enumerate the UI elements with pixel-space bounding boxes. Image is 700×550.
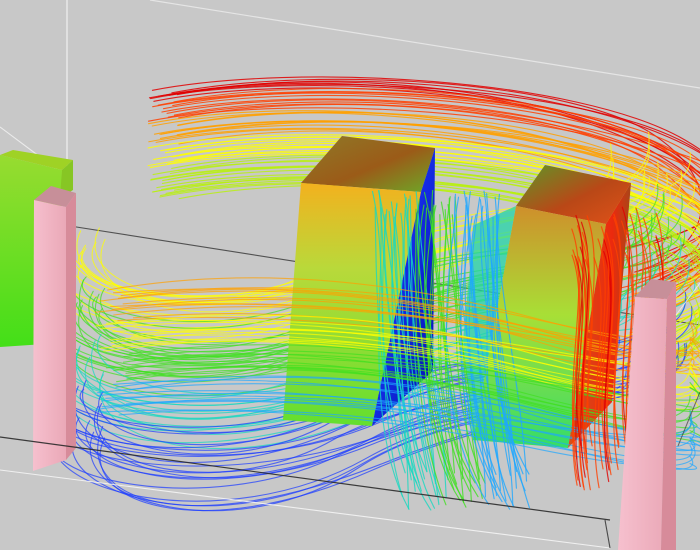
streamline-3d-scene — [0, 0, 700, 550]
wireframe-front-corner-edge — [604, 519, 611, 549]
wireframe-front-bottom-edge — [0, 469, 611, 549]
wireframe-floor-front-edge — [0, 436, 611, 521]
wireframe-top-back-edge — [149, 0, 700, 89]
flow-visualization-viewport — [0, 0, 700, 550]
left-pillar — [33, 186, 76, 471]
